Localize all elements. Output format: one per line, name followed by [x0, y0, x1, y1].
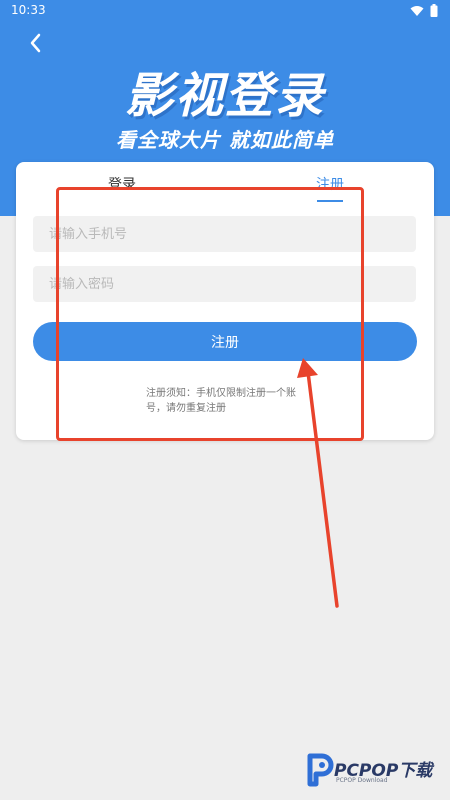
watermark-sub: PCPOP Download	[336, 777, 388, 784]
watermark-logo-icon	[307, 753, 334, 787]
annotation-arrow	[297, 358, 339, 608]
watermark: PCPOP下载 PCPOP Download	[300, 748, 450, 792]
